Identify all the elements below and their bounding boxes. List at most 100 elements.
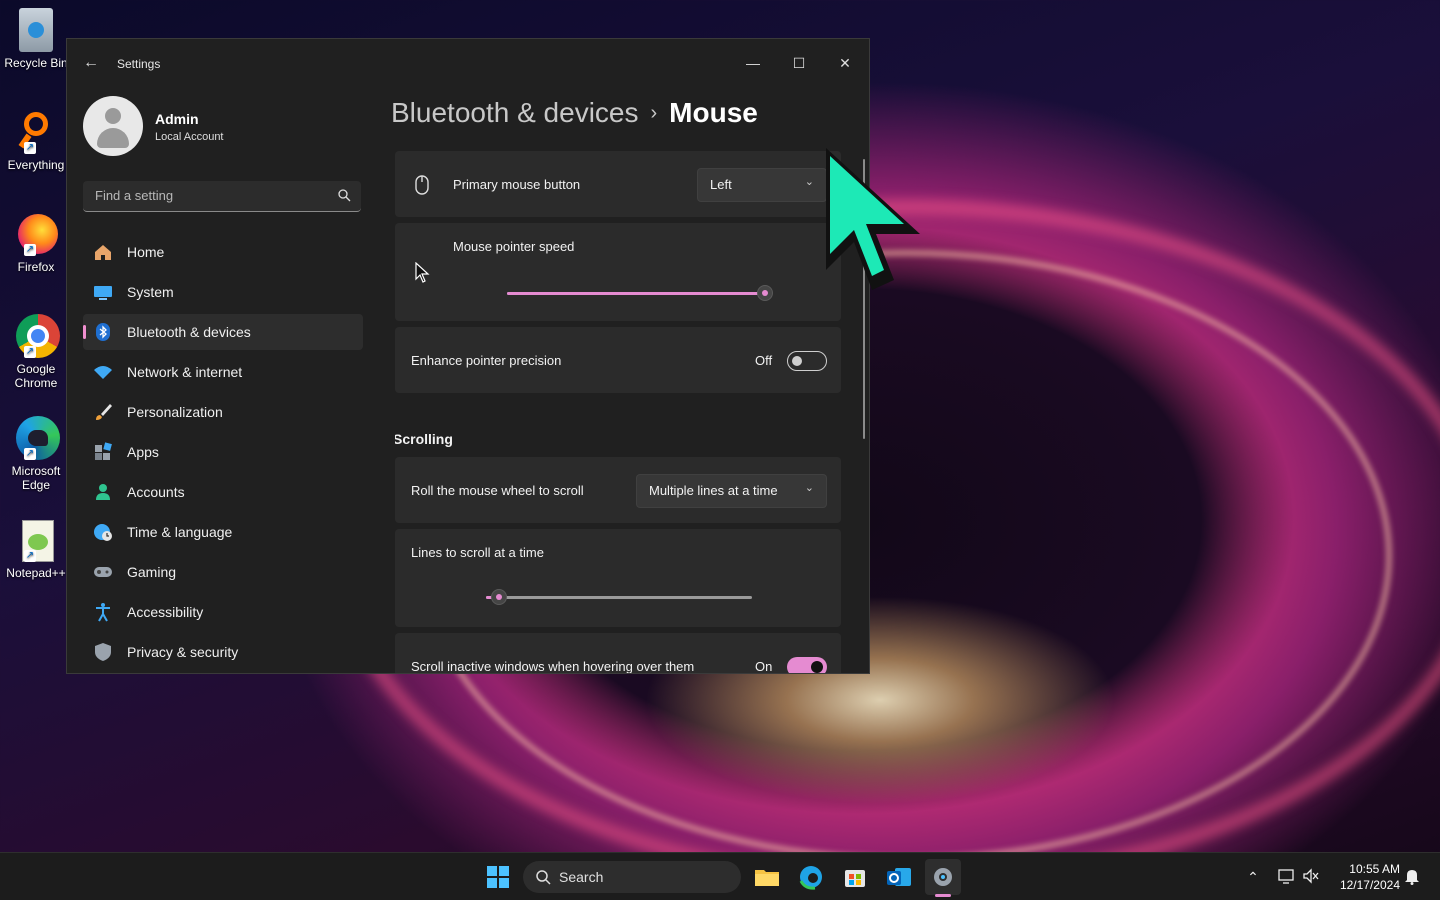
profile-name: Admin: [155, 111, 199, 127]
sidebar-item-label: Time & language: [127, 524, 233, 540]
taskbar-search[interactable]: Search: [523, 861, 741, 893]
sidebar-item-label: Home: [127, 244, 165, 260]
enhance-precision-toggle[interactable]: [787, 351, 827, 371]
wheel-scroll-label: Roll the mouse wheel to scroll: [411, 483, 584, 498]
chevron-down-icon: ⌄: [804, 482, 814, 494]
apps-icon: [93, 442, 113, 462]
profile-account-type: Local Account: [155, 131, 224, 143]
sidebar-nav: Home System Bluetooth & devices Network …: [83, 234, 363, 673]
sidebar-item-privacy-security[interactable]: Privacy & security: [83, 634, 363, 670]
everything-icon: ↗: [14, 110, 58, 154]
search-input[interactable]: [93, 187, 327, 204]
close-button[interactable]: ✕: [822, 47, 868, 79]
outlook-icon: [887, 868, 911, 886]
sidebar-item-network[interactable]: Network & internet: [83, 354, 363, 390]
outlook-button[interactable]: [881, 859, 917, 895]
sidebar-item-personalization[interactable]: Personalization: [83, 394, 363, 430]
primary-mouse-button-card: Primary mouse button Left ⌄: [395, 151, 841, 217]
breadcrumb-parent[interactable]: Bluetooth & devices: [391, 97, 639, 128]
desktop-icon-notepadpp[interactable]: ↗ Notepad++: [1, 518, 71, 580]
sidebar-item-gaming[interactable]: Gaming: [83, 554, 363, 590]
enhance-precision-label: Enhance pointer precision: [411, 353, 562, 368]
sidebar-item-label: Privacy & security: [127, 644, 239, 660]
firefox-icon: ↗: [14, 212, 58, 256]
primary-mouse-button-dropdown[interactable]: Left ⌄: [697, 168, 827, 202]
volume-icon[interactable]: [1301, 867, 1321, 887]
edge-taskbar-button[interactable]: [793, 859, 829, 895]
lines-to-scroll-label: Lines to scroll at a time: [411, 545, 544, 560]
notification-bell-icon[interactable]: [1402, 867, 1422, 887]
desktop-icon-edge[interactable]: ↗ Microsoft Edge: [1, 416, 71, 492]
sidebar-item-bluetooth-devices[interactable]: Bluetooth & devices: [83, 314, 363, 350]
primary-mouse-button-label: Primary mouse button: [453, 177, 581, 192]
desktop-icon-label: Firefox: [17, 260, 55, 274]
settings-window: ← Settings — ☐ ✕ Admin Local Account Hom…: [66, 38, 870, 674]
lines-to-scroll-card: Lines to scroll at a time: [395, 529, 841, 627]
brush-icon: [93, 402, 113, 422]
store-button[interactable]: [837, 859, 873, 895]
accounts-icon: [93, 482, 113, 502]
bluetooth-icon: [93, 322, 113, 342]
sidebar-item-home[interactable]: Home: [83, 234, 363, 270]
desktop-icon-recycle-bin[interactable]: Recycle Bin: [1, 8, 71, 70]
sidebar-item-label: Apps: [127, 444, 159, 460]
sidebar-item-label: Accounts: [127, 484, 185, 500]
clock-time[interactable]: 10:55 AM: [1330, 862, 1400, 876]
window-title: Settings: [117, 57, 161, 71]
search-icon[interactable]: [337, 188, 351, 202]
edge-icon: [799, 866, 822, 890]
taskbar: Search ⌃ 10:55 AM 12/17/2024: [0, 852, 1440, 900]
desktop-icon-label: Everything: [7, 158, 65, 172]
scroll-inactive-toggle[interactable]: [787, 657, 827, 673]
back-arrow-icon[interactable]: ←: [81, 53, 101, 73]
slider-thumb[interactable]: [757, 285, 773, 301]
dropdown-value: Left: [710, 177, 732, 192]
windows-logo-icon: [487, 866, 509, 888]
slider-fill: [507, 292, 765, 295]
file-explorer-button[interactable]: [749, 859, 785, 895]
sidebar-item-accounts[interactable]: Accounts: [83, 474, 363, 510]
gear-icon: [934, 868, 952, 886]
toggle-state-text: Off: [755, 353, 773, 368]
sidebar-item-label: Gaming: [127, 564, 177, 580]
desktop-icon-everything[interactable]: ↗ Everything: [1, 110, 71, 172]
lines-to-scroll-slider[interactable]: [486, 587, 752, 607]
start-button[interactable]: [480, 859, 516, 895]
taskbar-search-label: Search: [559, 869, 604, 885]
settings-content: Primary mouse button Left ⌄ Mouse pointe…: [395, 151, 843, 673]
sidebar-item-apps[interactable]: Apps: [83, 434, 363, 470]
system-icon: [93, 282, 113, 302]
page-title: Mouse: [669, 97, 758, 128]
sidebar-item-label: Bluetooth & devices: [127, 324, 251, 340]
pointer-speed-label: Mouse pointer speed: [453, 239, 575, 254]
pointer-speed-slider[interactable]: [507, 283, 773, 303]
avatar[interactable]: [83, 96, 143, 156]
wheel-scroll-dropdown[interactable]: Multiple lines at a time ⌄: [636, 474, 827, 508]
chevron-up-icon[interactable]: ⌃: [1243, 867, 1263, 887]
clock-date[interactable]: 12/17/2024: [1330, 878, 1400, 892]
store-icon: [845, 870, 865, 887]
network-icon[interactable]: [1276, 867, 1296, 887]
maximize-button[interactable]: ☐: [776, 47, 822, 79]
minimize-button[interactable]: —: [730, 47, 776, 79]
sidebar-item-time-language[interactable]: Time & language: [83, 514, 363, 550]
dropdown-value: Multiple lines at a time: [649, 483, 778, 498]
settings-search-box[interactable]: [83, 181, 361, 212]
search-icon: [536, 870, 551, 885]
chrome-icon: ↗: [14, 314, 60, 358]
desktop-icon-firefox[interactable]: ↗ Firefox: [1, 212, 71, 274]
sidebar-item-system[interactable]: System: [83, 274, 363, 310]
slider-thumb[interactable]: [491, 589, 508, 605]
breadcrumb: Bluetooth & devices › Mouse: [391, 97, 758, 129]
desktop-icon-chrome[interactable]: ↗ Google Chrome: [1, 314, 71, 390]
desktop-icon-label: Google Chrome: [14, 362, 58, 390]
sidebar-item-accessibility[interactable]: Accessibility: [83, 594, 363, 630]
notepadpp-icon: ↗: [14, 518, 58, 562]
globe-clock-icon: [93, 522, 113, 542]
chevron-right-icon: ›: [650, 102, 658, 124]
accessibility-icon: [93, 602, 113, 622]
gamepad-icon: [93, 562, 113, 582]
desktop-icon-label: Notepad++: [6, 566, 66, 580]
chevron-down-icon: ⌄: [804, 176, 814, 188]
settings-taskbar-button[interactable]: [925, 859, 961, 897]
